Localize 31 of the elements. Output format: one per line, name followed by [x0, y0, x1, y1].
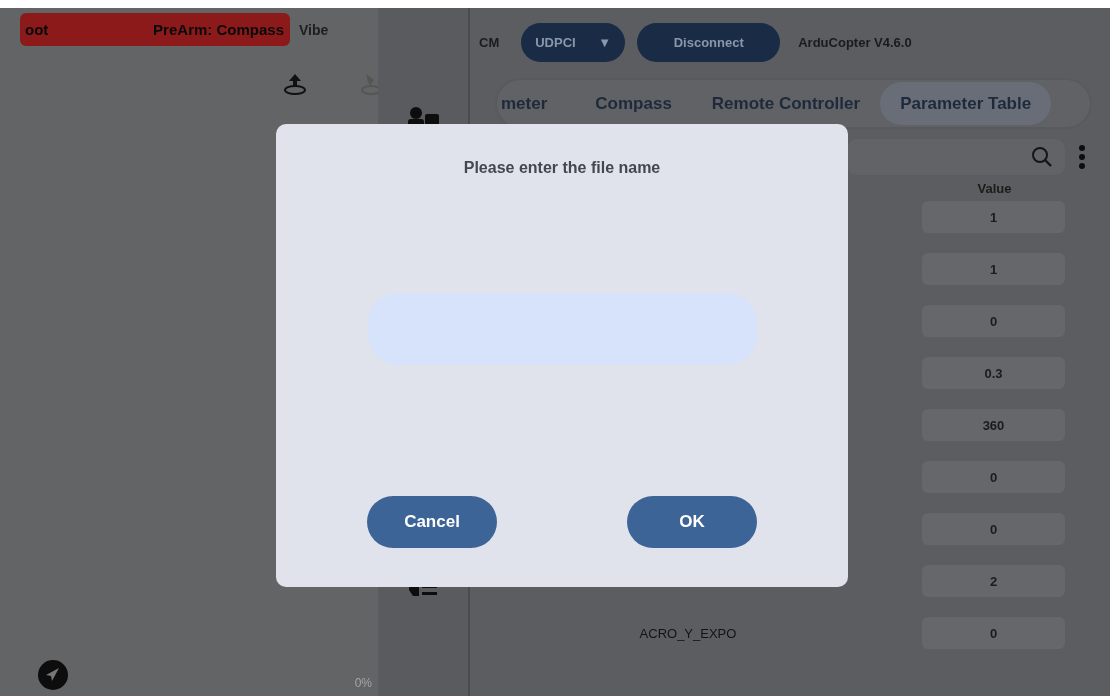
banner-text: PreArm: Compass [153, 21, 284, 38]
banner-text: oot [25, 21, 49, 38]
column-header: Value [976, 181, 1013, 198]
connection-label: CM [479, 35, 500, 50]
tab[interactable]: Compass [575, 82, 692, 125]
parameter-name: ACRO_Y_EXPO [638, 625, 738, 641]
firmware-label: ArduCopter V4.6.0 [798, 35, 912, 50]
upload-icon[interactable] [282, 72, 308, 96]
value-field[interactable]: 0.3 [922, 357, 1065, 389]
value-field[interactable]: 0 [922, 617, 1065, 649]
value-field[interactable]: 0 [922, 461, 1065, 493]
vibe-label: Vibe [299, 21, 329, 38]
search-field[interactable] [847, 139, 1065, 175]
dialog-button[interactable]: Cancel [367, 496, 497, 548]
more-icon[interactable] [1079, 145, 1085, 169]
value-field[interactable]: 360 [922, 409, 1065, 441]
tab[interactable]: Parameter Table [880, 82, 1052, 125]
disconnect-button[interactable]: Disconnect [637, 23, 781, 62]
value-field[interactable]: 2 [922, 565, 1065, 597]
tab[interactable]: meter [497, 82, 568, 125]
port-dropdown[interactable]: UDPCI ▼ [521, 23, 626, 62]
tab[interactable]: Remote Controller [691, 82, 881, 125]
value-field[interactable]: 1 [922, 253, 1065, 285]
dialog-title: Please enter the file name [463, 159, 661, 177]
value-field[interactable]: 0 [922, 513, 1065, 545]
dialog-button[interactable]: OK [627, 496, 757, 548]
progress-label: 0% [354, 676, 372, 690]
value-field[interactable]: 1 [922, 201, 1065, 233]
value-field[interactable]: 0 [922, 305, 1065, 337]
search-icon[interactable] [1031, 146, 1053, 168]
paper-plane-icon[interactable] [38, 660, 68, 690]
